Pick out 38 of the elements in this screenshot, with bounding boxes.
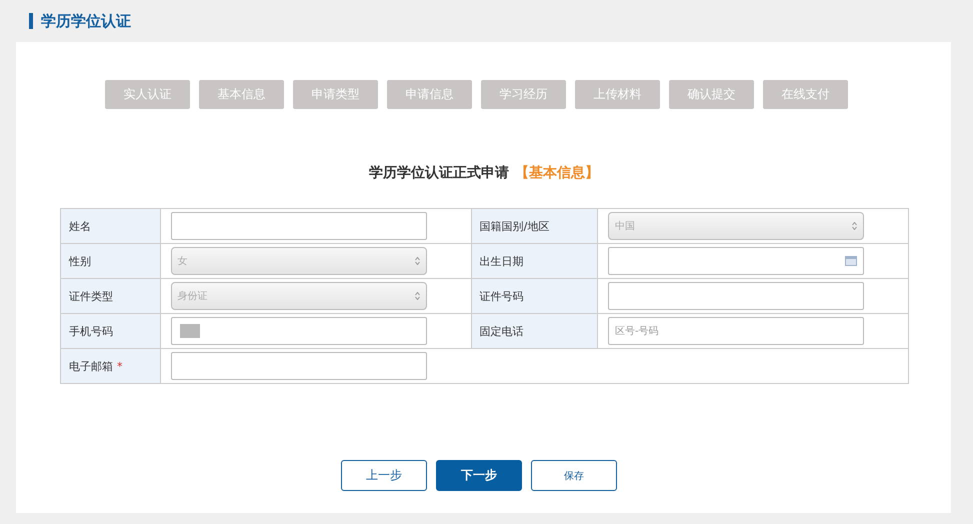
title-accent-bar: [29, 13, 33, 29]
date-field[interactable]: [608, 247, 864, 275]
step-tab[interactable]: 上传材料: [575, 80, 660, 109]
step-button[interactable]: 下一步: [436, 460, 522, 491]
updown-arrows-icon: [414, 292, 420, 300]
field-label: 手机号码: [60, 314, 160, 348]
field-label: 证件类型: [60, 278, 160, 314]
step-tab[interactable]: 基本信息: [199, 80, 284, 109]
step-tab[interactable]: 实人认证: [105, 80, 190, 109]
select-field[interactable]: 女: [170, 247, 427, 275]
field-label: 固定电话: [471, 314, 598, 348]
text-field[interactable]: [170, 352, 427, 380]
select-field[interactable]: 中国: [608, 212, 864, 240]
step-tab[interactable]: 在线支付: [763, 80, 848, 109]
form-section-label: 【基本信息】: [515, 164, 599, 182]
step-tab[interactable]: 申请类型: [293, 80, 378, 109]
step-button[interactable]: 上一步: [341, 460, 427, 491]
select-field[interactable]: 身份证: [170, 282, 427, 310]
text-field[interactable]: [170, 212, 427, 240]
step-tab[interactable]: 申请信息: [387, 80, 472, 109]
form-title: 学历学位认证正式申请: [369, 164, 509, 182]
updown-arrows-icon: [852, 222, 857, 230]
field-label: 电子邮箱 *: [60, 348, 160, 384]
field-label: 证件号码: [471, 278, 598, 314]
calendar-icon[interactable]: [844, 256, 857, 266]
field-label: 姓名: [60, 208, 160, 244]
text-field[interactable]: [608, 282, 864, 310]
field-label: 出生日期: [471, 244, 598, 278]
text-field[interactable]: [170, 317, 427, 345]
page-title: 学历学位认证: [41, 12, 131, 30]
text-field[interactable]: 区号-号码: [608, 317, 864, 345]
step-tab[interactable]: 确认提交: [669, 80, 754, 109]
step-button[interactable]: 保存: [531, 460, 617, 491]
required-mark: *: [117, 360, 122, 372]
step-tab[interactable]: 学习经历: [481, 80, 566, 109]
field-label: 国籍国别/地区: [471, 208, 598, 244]
field-label: 性别: [60, 244, 160, 278]
updown-arrows-icon: [414, 257, 420, 265]
